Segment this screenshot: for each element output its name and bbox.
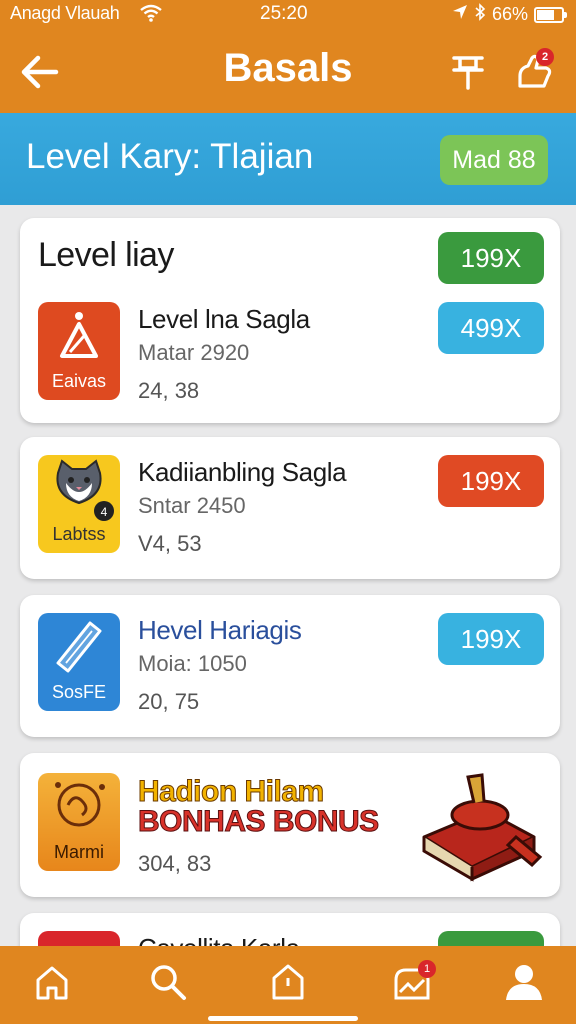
tab-search[interactable]	[146, 960, 190, 1004]
promo-card[interactable]: Marmi Hadion Hilam BONHAS BONUS 304, 83	[20, 753, 560, 897]
search-icon	[151, 965, 186, 1000]
app-meta: 20, 75	[138, 689, 200, 714]
wifi-icon	[140, 4, 162, 27]
bag-icon	[272, 964, 304, 1000]
top-bar: Anagd Vlauah 25:20 66% Basals 2	[0, 0, 576, 113]
app-icon: Marmi	[38, 773, 120, 871]
bottom-nav: 1	[0, 946, 576, 1024]
book-anvil-icon	[422, 773, 543, 882]
app-name: Hevel Hariagis	[138, 615, 302, 645]
price-button[interactable]: 499X	[438, 302, 544, 354]
tab-home[interactable]	[30, 960, 74, 1004]
price-button[interactable]: 199X	[438, 455, 544, 507]
level-banner: Level Kary: Tlajian Mad 88	[0, 113, 576, 205]
battery-icon	[534, 6, 567, 23]
status-right: 66%	[452, 3, 567, 26]
app-icon-label: Labtss	[52, 524, 106, 544]
nav-bar: Basals 2	[0, 32, 576, 112]
banner-heading: Level Kary: Tlajian	[26, 137, 314, 176]
activity-badge: 1	[418, 960, 436, 978]
battery-fill	[537, 9, 555, 20]
app-subtitle: Matar 2920	[138, 340, 250, 365]
battery-percent: 66%	[491, 4, 528, 24]
tab-store[interactable]	[266, 960, 310, 1004]
list-item[interactable]: Level liay 199X Eaivas Level lna Sagla M…	[20, 218, 560, 423]
home-icon	[36, 966, 68, 1000]
app-icon-label: SosFE	[51, 682, 107, 702]
app-subtitle: Moia: 1050	[138, 651, 247, 676]
list-item[interactable]: 4 Labtss Kadiianbling Sagla Sntar 2450 V…	[20, 437, 560, 579]
app-meta: V4, 53	[138, 531, 202, 556]
app-meta: 24, 38	[138, 378, 200, 403]
app-icon: SosFE	[38, 613, 120, 711]
app-name: Kadiianbling Sagla	[138, 457, 347, 487]
carrier-name: Anagd Vlauah	[10, 3, 120, 23]
warning-triangle-icon	[60, 312, 98, 358]
notification-badge: 2	[536, 48, 554, 66]
svg-text:4: 4	[101, 505, 108, 519]
status-bar: Anagd Vlauah 25:20 66%	[0, 0, 576, 30]
section-title: Level liay	[38, 236, 174, 274]
app-name: Level lna Sagla	[138, 304, 310, 334]
clock: 25:20	[260, 3, 308, 24]
pin-button[interactable]	[444, 48, 492, 96]
app-icon-label: Eaivas	[51, 371, 107, 391]
bluetooth-icon	[474, 3, 486, 26]
price-button[interactable]: 199X	[438, 232, 544, 284]
app-subtitle: Sntar 2450	[138, 493, 246, 518]
app-icon: 4 Labtss	[38, 455, 120, 553]
app-icon: Eaivas	[38, 302, 120, 400]
zodiac-icon	[55, 782, 105, 827]
cat-icon: 4	[56, 459, 114, 521]
promo-meta: 304, 83	[138, 851, 212, 876]
tab-profile[interactable]	[502, 960, 546, 1004]
list-item[interactable]: SosFE Hevel Hariagis Moia: 1050 20, 75 1…	[20, 595, 560, 737]
promo-title: Hadion Hilam	[138, 775, 325, 809]
promo-bonus-label: BONHAS BONUS	[138, 805, 380, 839]
ruler-icon	[56, 621, 102, 673]
banner-badge[interactable]: Mad 88	[440, 135, 548, 185]
price-button[interactable]: 199X	[438, 613, 544, 665]
pin-icon	[452, 56, 484, 90]
app-icon-label: Marmi	[54, 842, 104, 862]
profile-icon	[506, 965, 542, 1000]
home-indicator	[208, 1016, 358, 1021]
location-icon	[452, 4, 468, 25]
